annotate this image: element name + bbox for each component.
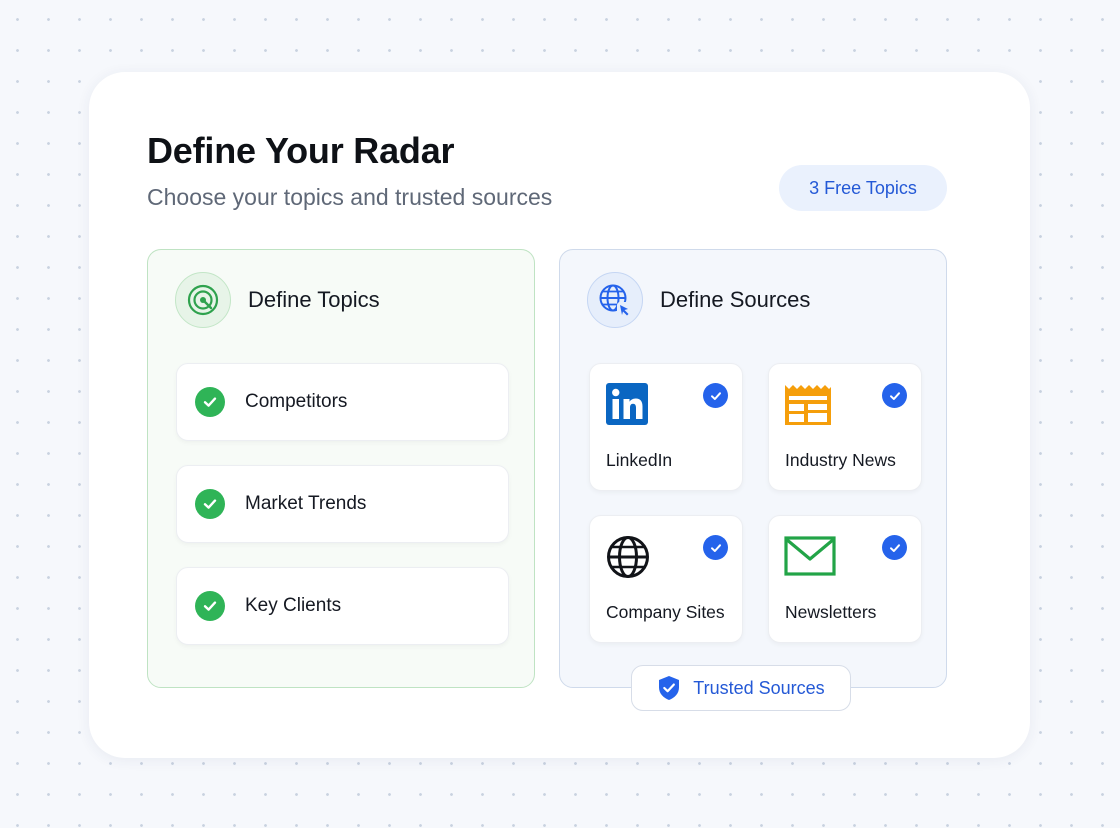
globe-icon: [605, 534, 651, 580]
source-label: Industry News: [785, 450, 896, 470]
checkmark-icon: [703, 535, 728, 560]
topic-item-market-trends[interactable]: Market Trends: [176, 465, 509, 543]
check-circle-icon: [195, 489, 225, 519]
newspaper-icon: [784, 382, 831, 428]
source-card-linkedin[interactable]: LinkedIn: [589, 363, 743, 491]
checkmark-icon: [882, 535, 907, 560]
checkmark-icon: [703, 383, 728, 408]
topic-label: Key Clients: [245, 595, 342, 616]
envelope-icon: [784, 534, 836, 580]
page-subtitle: Choose your topics and trusted sources: [147, 184, 553, 210]
globe-cursor-icon: [587, 272, 643, 328]
check-circle-icon: [195, 387, 225, 417]
page-title: Define Your Radar: [147, 130, 455, 171]
source-label: Newsletters: [785, 602, 877, 622]
define-sources-panel: Define Sources LinkedIn Industry News Co…: [559, 249, 947, 688]
topic-item-competitors[interactable]: Competitors: [176, 363, 509, 441]
check-circle-icon: [195, 591, 225, 621]
define-topics-title: Define Topics: [248, 287, 380, 312]
define-topics-panel: Define Topics Competitors Market Trends …: [147, 249, 535, 688]
source-card-newsletters[interactable]: Newsletters: [768, 515, 922, 643]
shield-check-icon: [657, 675, 681, 701]
radar-setup-card: Define Your Radar Choose your topics and…: [89, 72, 1030, 758]
checkmark-icon: [882, 383, 907, 408]
topic-label: Market Trends: [245, 493, 367, 514]
source-card-industry-news[interactable]: Industry News: [768, 363, 922, 491]
source-label: Company Sites: [606, 602, 725, 622]
topic-label: Competitors: [245, 391, 348, 412]
trusted-sources-label: Trusted Sources: [693, 677, 825, 698]
radar-icon: [175, 272, 231, 328]
free-topics-badge: 3 Free Topics: [779, 165, 947, 211]
trusted-sources-badge: Trusted Sources: [631, 665, 851, 711]
source-label: LinkedIn: [606, 450, 673, 470]
linkedin-icon: [605, 382, 651, 428]
define-sources-title: Define Sources: [660, 287, 811, 312]
topic-item-key-clients[interactable]: Key Clients: [176, 567, 509, 645]
source-card-company-sites[interactable]: Company Sites: [589, 515, 743, 643]
